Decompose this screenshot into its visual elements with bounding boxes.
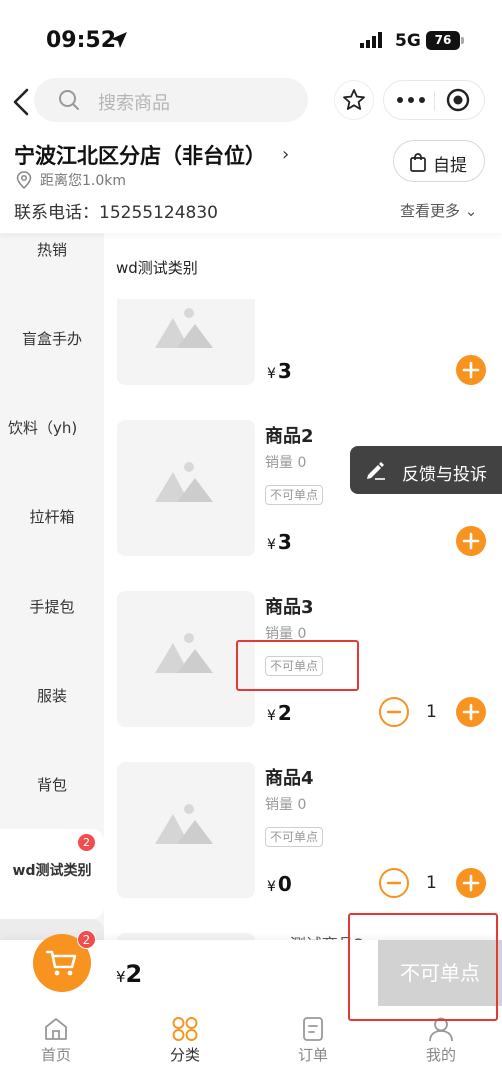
more-dots-icon[interactable]	[396, 96, 426, 104]
image-placeholder-icon	[155, 804, 213, 844]
cart-count-badge: 2	[77, 930, 96, 949]
capsule-divider	[434, 91, 435, 111]
home-icon	[45, 1018, 67, 1040]
product-price: ¥3	[267, 530, 292, 554]
tab-home[interactable]: 首页	[16, 1016, 96, 1065]
battery-tip	[461, 37, 464, 44]
plus-icon	[462, 361, 480, 379]
product-card[interactable]: 商品4 销量 0 不可单点 ¥0 1	[104, 746, 502, 906]
edit-pen-icon	[367, 462, 385, 480]
category-item[interactable]: 背包	[0, 774, 104, 795]
category-item[interactable]: 盲盒手办	[0, 328, 104, 349]
category-item[interactable]: 拉杆箱	[0, 506, 104, 527]
feedback-label: 反馈与投诉	[402, 465, 487, 485]
tab-orders[interactable]: 订单	[273, 1016, 353, 1065]
increase-quantity-button[interactable]	[456, 697, 486, 727]
product-image	[117, 762, 255, 898]
pickup-button[interactable]: 自提	[393, 140, 485, 182]
category-item[interactable]: 热销	[0, 239, 104, 260]
back-icon[interactable]	[8, 84, 34, 120]
product-name: 商品3	[265, 597, 314, 618]
star-icon	[343, 89, 365, 110]
battery-icon: 76	[426, 31, 460, 50]
tab-category[interactable]: 分类	[145, 1016, 225, 1065]
category-icon	[172, 1017, 198, 1041]
location-pin-icon	[16, 171, 32, 189]
add-to-cart-button[interactable]	[456, 526, 486, 556]
product-name: 商品2	[265, 426, 314, 447]
plus-icon	[462, 532, 480, 550]
tab-label: 我的	[425, 1046, 456, 1064]
search-placeholder: 搜索商品	[98, 93, 170, 114]
view-more-link[interactable]: 查看更多 ⌄	[400, 200, 477, 221]
search-icon	[59, 90, 79, 110]
pickup-label: 自提	[433, 156, 467, 176]
product-card[interactable]: ¥3	[104, 233, 502, 393]
decrease-quantity-button[interactable]	[379, 868, 409, 898]
tab-label: 订单	[297, 1046, 328, 1064]
nav-bar: 搜索商品	[0, 78, 502, 128]
status-time: 09:52	[46, 28, 117, 53]
quantity-value: 1	[426, 873, 437, 893]
product-image	[117, 299, 255, 385]
plus-icon	[462, 703, 480, 721]
close-miniprogram-icon[interactable]	[446, 88, 470, 112]
add-to-cart-button[interactable]	[456, 355, 486, 385]
location-arrow-icon	[111, 32, 127, 48]
chevron-right-icon[interactable]: ›	[282, 144, 289, 165]
product-sales: 销量 0	[265, 797, 307, 813]
favorite-button[interactable]	[334, 80, 374, 120]
network-type: 5G	[395, 31, 421, 51]
status-bar: 09:52 5G 76	[0, 0, 502, 78]
category-item[interactable]: 手提包	[0, 596, 104, 617]
product-name: 商品4	[265, 768, 314, 789]
shopping-cart-icon	[46, 950, 77, 976]
store-header: 宁波江北区分店（非台位） › 距离您1.0km 联系电话：15255124830…	[0, 128, 502, 233]
category-item[interactable]: 饮料（yh)	[0, 417, 104, 438]
store-name[interactable]: 宁波江北区分店（非台位）	[14, 140, 266, 170]
miniprogram-capsule	[383, 80, 485, 120]
category-item[interactable]: 服装	[0, 685, 104, 706]
category-badge: 2	[78, 834, 95, 851]
product-sales: 销量 0	[265, 455, 307, 471]
product-image	[117, 591, 255, 727]
cart-total: ¥2	[116, 960, 143, 988]
order-icon	[303, 1017, 323, 1041]
product-price: ¥3	[267, 359, 292, 383]
image-placeholder-icon	[155, 633, 213, 673]
image-placeholder-icon	[155, 462, 213, 502]
annotation-highlight-checkout	[348, 913, 498, 1021]
shopping-bag-icon	[410, 153, 426, 172]
product-list: wd测试类别 ¥3 商品2 销量 0 不可单点 ¥3 商品3 销量 0 不可单点…	[104, 233, 502, 940]
category-label: wd测试类别	[12, 863, 92, 879]
tab-label: 分类	[169, 1046, 200, 1064]
store-phone[interactable]: 联系电话：15255124830	[14, 198, 218, 223]
annotation-highlight-tag	[236, 640, 359, 691]
signal-icon	[360, 32, 382, 48]
decrease-quantity-button[interactable]	[379, 697, 409, 727]
minus-icon	[386, 881, 402, 885]
store-distance: 距离您1.0km	[40, 173, 127, 189]
product-image	[117, 420, 255, 556]
increase-quantity-button[interactable]	[456, 868, 486, 898]
minus-icon	[386, 710, 402, 714]
category-sidebar: 热销 盲盒手办 饮料（yh) 拉杆箱 手提包 服装 背包 wd测试类别 2	[0, 233, 104, 940]
plus-icon	[462, 874, 480, 892]
not-single-order-tag: 不可单点	[265, 485, 324, 505]
tab-profile[interactable]: 我的	[401, 1016, 481, 1065]
product-image	[117, 933, 255, 940]
product-price: ¥0	[267, 872, 292, 896]
search-bar[interactable]: 搜索商品	[34, 78, 308, 122]
quantity-value: 1	[426, 702, 437, 722]
tab-label: 首页	[40, 1046, 71, 1064]
not-single-order-tag: 不可单点	[265, 827, 324, 847]
feedback-button[interactable]: 反馈与投诉	[350, 446, 502, 494]
image-placeholder-icon	[155, 308, 213, 348]
product-price: ¥2	[267, 701, 292, 725]
